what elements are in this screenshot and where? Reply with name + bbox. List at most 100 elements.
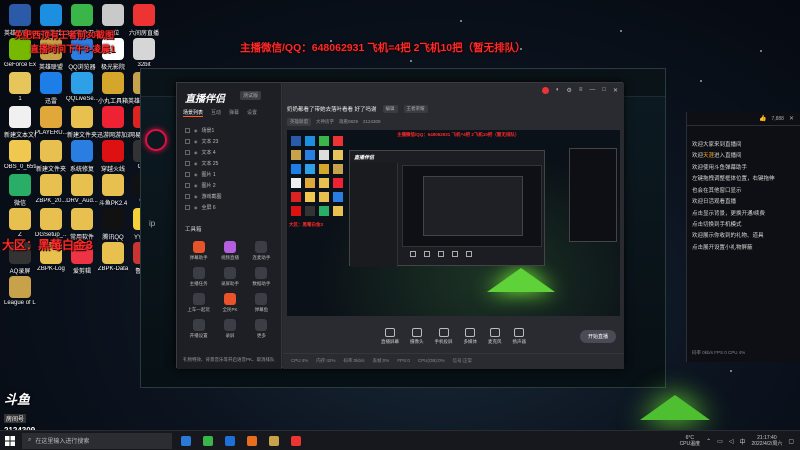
scene-item[interactable]: ◉ 文本 25 <box>183 158 277 169</box>
start-live-button[interactable]: 开始直播 <box>579 330 616 343</box>
eye-icon[interactable]: ◉ <box>194 194 198 199</box>
desktop-icon[interactable]: 穿越火线 <box>97 140 129 173</box>
desktop-icon[interactable]: 腾讯QQ <box>97 208 129 241</box>
minimize-icon[interactable]: — <box>589 87 595 94</box>
toolbox-item[interactable]: 连麦助手 <box>246 241 277 261</box>
eye-icon[interactable]: ◉ <box>194 128 198 133</box>
network-icon[interactable]: ▭ <box>717 438 723 445</box>
skin-icon[interactable]: ◐ <box>556 87 560 94</box>
scene-item[interactable]: ◉ 游戏截图 <box>183 191 277 202</box>
desktop-icon[interactable]: Z <box>4 208 36 238</box>
checkbox-icon[interactable] <box>185 172 190 177</box>
desktop-icon[interactable]: ZBPK-Data <box>97 242 129 272</box>
desktop-icon[interactable]: 迅雷 <box>35 72 67 105</box>
desktop-icon[interactable]: QQLiveSe... <box>66 72 98 102</box>
desktop-icon[interactable]: 迅游网游加速器 <box>97 106 129 139</box>
settings-icon[interactable]: ⚙ <box>566 87 571 94</box>
source-button[interactable]: 直播屏幕 <box>381 327 399 345</box>
desktop-icon[interactable]: ZBPK_20... <box>35 174 67 204</box>
eye-icon[interactable]: ◉ <box>194 172 198 177</box>
toolbox-item[interactable]: 上车一起玩 <box>183 293 214 313</box>
scene-item[interactable]: ◉ 场景1 <box>183 125 277 136</box>
source-button[interactable]: 手机投屏 <box>435 327 453 345</box>
maximize-icon[interactable]: □ <box>602 87 606 94</box>
desktop-icon[interactable]: 1 <box>4 72 36 102</box>
desktop-icon[interactable]: 32bit <box>128 38 160 68</box>
toolbox-item[interactable]: 开播设置 <box>183 319 214 339</box>
sidebar-tab[interactable]: 弹幕 <box>229 109 239 117</box>
checkbox-icon[interactable] <box>185 183 190 188</box>
checkbox-icon[interactable] <box>185 139 190 144</box>
scene-item[interactable]: ◉ 全屏 6 <box>183 202 277 213</box>
checkbox-icon[interactable] <box>185 150 190 155</box>
toolbox-item[interactable]: 全民PK <box>214 293 245 313</box>
eye-icon[interactable]: ◉ <box>194 139 198 144</box>
desktop-icon[interactable]: League of Legends <box>4 276 36 306</box>
taskbar-app[interactable] <box>222 433 238 449</box>
source-button[interactable]: 麦克风 <box>488 327 502 345</box>
checkbox-icon[interactable] <box>185 205 190 210</box>
scene-item[interactable]: ◉ 文本 4 <box>183 147 277 158</box>
notification-icon[interactable]: ▢ <box>788 438 794 445</box>
taskbar-app[interactable] <box>266 433 282 449</box>
scene-item[interactable]: ◉ 图片 1 <box>183 169 277 180</box>
toolbox-item[interactable]: 弹幕鱼 <box>246 293 277 313</box>
info-game[interactable]: 英雄联盟 <box>287 117 311 126</box>
start-button[interactable] <box>0 431 20 450</box>
barrage-helper-panel[interactable]: 👍 7,888 ✕ 欢迎大家来到直播间 欢迎天涯进入直播间 欢迎使用斗鱼弹幕助手 左键… <box>686 112 800 362</box>
desktop-icon[interactable]: 小丸工具箱 <box>97 72 129 105</box>
desktop-icon[interactable]: OBS_0_659 <box>4 140 36 170</box>
desktop-icon[interactable]: 系统修复 <box>66 140 98 173</box>
taskbar-app[interactable] <box>200 433 216 449</box>
taskbar-app[interactable] <box>244 433 260 449</box>
clock[interactable]: 21:17:40 2022/4/2/周六 <box>751 435 782 447</box>
toolbox-item[interactable]: 更多 <box>246 319 277 339</box>
menu-icon[interactable]: ≡ <box>579 87 583 94</box>
taskbar-app[interactable] <box>178 433 194 449</box>
desktop-icon[interactable]: DGSetup_... <box>35 208 67 238</box>
desktop-icon[interactable]: PLAYERU... BATTLEGR... <box>35 106 67 136</box>
user-icon[interactable] <box>541 87 549 94</box>
toolbox-item[interactable]: 弹幕助手 <box>183 241 214 261</box>
ime-icon[interactable]: 中 <box>739 437 745 446</box>
eye-icon[interactable]: ◉ <box>194 161 198 166</box>
tray-chevron-icon[interactable]: ⌃ <box>706 438 711 445</box>
close-icon[interactable]: ✕ <box>613 87 618 94</box>
eye-icon[interactable]: ◉ <box>194 150 198 155</box>
volume-icon[interactable]: ◁ <box>729 438 734 445</box>
desktop-icon[interactable]: 新建文件夹 <box>66 106 98 139</box>
source-button[interactable]: 摄像头 <box>410 327 424 345</box>
toolbox-item[interactable]: 数据助手 <box>246 267 277 287</box>
toolbox-item[interactable]: 录屏 <box>214 319 245 339</box>
sidebar-tab[interactable]: 互动 <box>211 109 221 117</box>
close-icon[interactable]: ✕ <box>789 115 794 122</box>
scene-item[interactable]: ◉ 图片 2 <box>183 180 277 191</box>
edit-title-button[interactable]: 编辑 <box>382 105 398 113</box>
sidebar-tab[interactable]: 场景列表 <box>183 109 204 117</box>
toolbox-item[interactable]: 主播任务 <box>183 267 214 287</box>
source-button[interactable]: 多媒体 <box>464 327 477 345</box>
taskbar-app[interactable] <box>288 433 304 449</box>
taskbar-search[interactable]: ⌕ 在这里输入进行搜索 <box>22 432 172 449</box>
category-chip[interactable]: 王者荣耀 <box>403 105 428 113</box>
eye-icon[interactable]: ◉ <box>194 205 198 210</box>
scene-item[interactable]: ◉ 文本 23 <box>183 136 277 147</box>
toolbox-item[interactable]: 视频直播 <box>214 241 245 261</box>
checkbox-icon[interactable] <box>185 161 190 166</box>
stream-companion-window[interactable]: 直播伴侣 测试版 场景列表 互动 弹幕 设置 ◉ 场景1 ◉ 文本 23 ◉ 文本 4 ◉ 文本 2… <box>176 82 624 369</box>
thumb-icon[interactable]: 👍 <box>759 115 766 122</box>
desktop-icon[interactable]: 新建文本文档 <box>4 106 36 139</box>
desktop-icon[interactable]: DRV_Aud... <box>66 174 98 204</box>
sidebar-tab[interactable]: 设置 <box>247 109 257 117</box>
desktop-icon[interactable]: 斗鱼PK2.4 <box>97 174 129 207</box>
checkbox-icon[interactable] <box>185 194 190 199</box>
weather-widget[interactable]: 6°C CPU温度 <box>680 435 701 447</box>
desktop-icon[interactable]: 六间房直播 <box>128 4 160 37</box>
stream-title[interactable]: 奶奶都看了带她去落叶看看 好了吗谢 <box>287 105 377 113</box>
source-button[interactable]: 扬声器 <box>513 327 526 345</box>
desktop-icon[interactable]: 新建文件夹 <box>35 140 67 173</box>
toolbox-item[interactable]: 录屏助手 <box>214 267 245 287</box>
desktop-icon[interactable]: 微信 <box>4 174 36 207</box>
eye-icon[interactable]: ◉ <box>194 183 198 188</box>
checkbox-icon[interactable] <box>185 128 190 133</box>
